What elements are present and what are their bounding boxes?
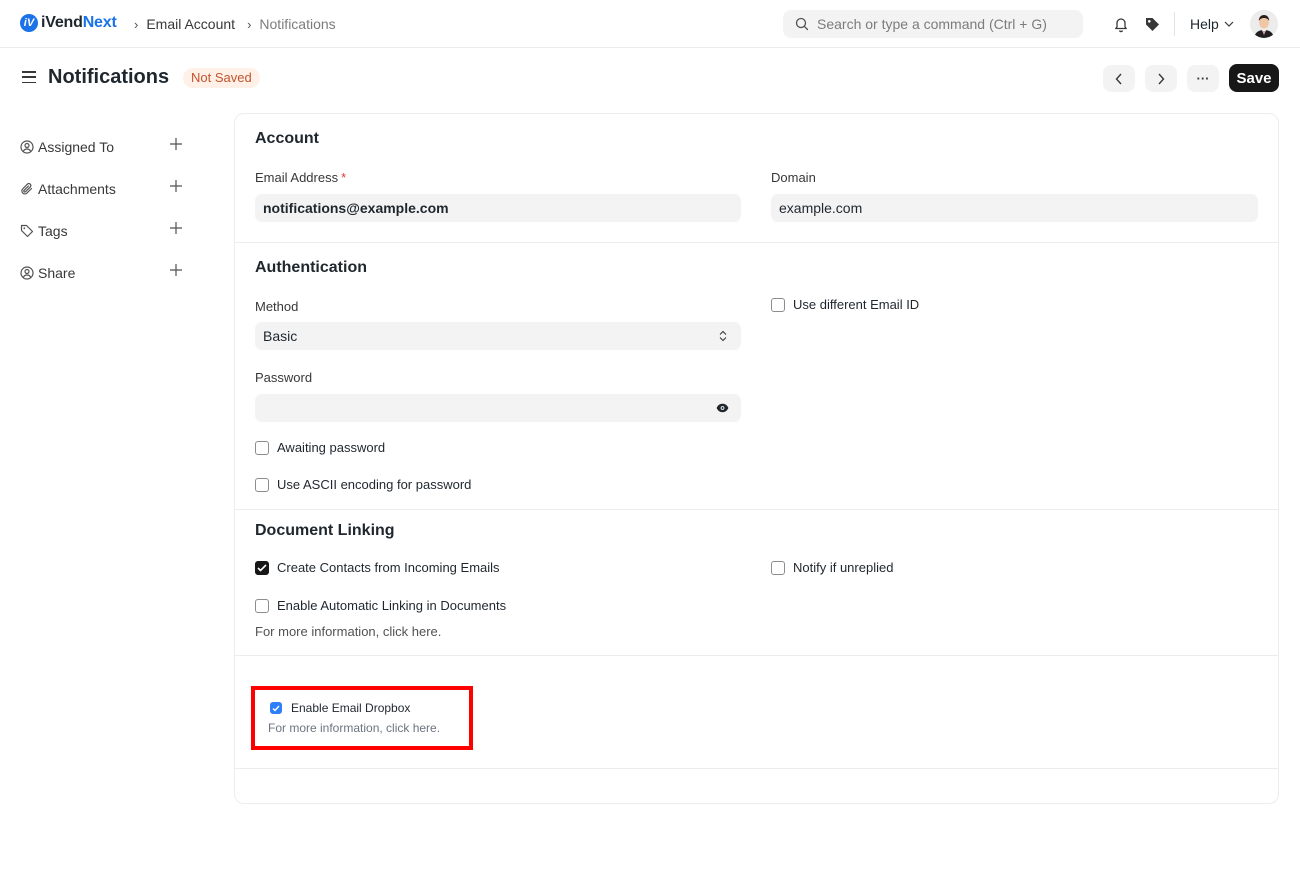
create-contacts-option[interactable]: Create Contacts from Incoming Emails	[255, 560, 500, 575]
plus-icon[interactable]	[170, 138, 182, 150]
plus-icon[interactable]	[170, 264, 182, 276]
select-arrows-icon	[719, 330, 727, 342]
sidebar-item-label: Share	[38, 265, 76, 281]
breadcrumb-email-account[interactable]: Email Account	[146, 16, 235, 32]
notify-unreplied-option[interactable]: Notify if unreplied	[771, 560, 893, 575]
domain-field[interactable]: example.com	[771, 194, 1258, 222]
navbar-divider	[1174, 12, 1175, 36]
user-avatar-icon	[1250, 10, 1278, 38]
eye-icon[interactable]	[716, 403, 729, 413]
breadcrumb: › Email Account › Notifications	[134, 16, 348, 32]
search-icon	[795, 17, 809, 31]
password-label: Password	[255, 370, 313, 385]
checkbox-label: Use ASCII encoding for password	[277, 477, 472, 492]
chevron-down-icon	[1224, 21, 1234, 27]
sidebar-item-assigned-to[interactable]: Assigned To	[20, 126, 190, 168]
logo-mark-icon: iV	[20, 14, 38, 32]
tag-icon	[20, 224, 34, 238]
ascii-encoding-checkbox[interactable]	[255, 477, 269, 492]
sidebar-item-label: Attachments	[38, 181, 116, 197]
section-title: Account	[255, 130, 319, 147]
sidebar-item-label: Tags	[38, 223, 68, 239]
page-title: Notifications	[48, 66, 170, 88]
share-icon	[20, 266, 34, 280]
avatar[interactable]	[1250, 10, 1278, 38]
auto-linking-help[interactable]: For more information, click here.	[255, 624, 441, 639]
page-head: Notifications Not Saved ··· Save	[0, 48, 1300, 108]
method-label: Method	[255, 299, 299, 314]
form-sidebar: Assigned To Attachments Tags Share	[20, 126, 190, 294]
breadcrumb-notifications[interactable]: Notifications	[259, 16, 335, 32]
help-menu[interactable]: Help	[1190, 16, 1234, 32]
search-bar[interactable]	[783, 10, 1083, 38]
section-document-linking: Document Linking Create Contacts from In…	[235, 510, 1278, 656]
tag-icon[interactable]	[1143, 15, 1161, 33]
checkbox-label: Notify if unreplied	[793, 560, 894, 575]
chevron-right-icon: ›	[134, 16, 139, 32]
awaiting-password-checkbox[interactable]	[255, 440, 269, 455]
status-badge: Not Saved	[183, 68, 260, 88]
bell-icon[interactable]	[1112, 15, 1130, 33]
highlight-box	[251, 686, 473, 750]
save-button[interactable]: Save	[1229, 64, 1279, 92]
sidebar-item-share[interactable]: Share	[20, 252, 190, 294]
checkbox-label: Use different Email ID	[793, 297, 920, 312]
previous-button[interactable]	[1103, 65, 1135, 92]
different-email-checkbox[interactable]	[771, 297, 785, 312]
section-authentication: Authentication Method Basic Password Awa…	[235, 243, 1278, 510]
section-title: Authentication	[255, 259, 367, 276]
domain-label: Domain	[771, 170, 816, 185]
password-field[interactable]	[255, 394, 741, 422]
chevron-right-icon: ›	[247, 16, 252, 32]
plus-icon[interactable]	[170, 180, 182, 192]
section-account: Account Email Address * notifications@exa…	[235, 114, 1278, 243]
check-icon	[257, 563, 267, 572]
method-value: Basic	[263, 328, 298, 344]
menu-icon[interactable]	[22, 71, 36, 83]
app-logo[interactable]: iV iVendNext	[20, 14, 117, 32]
paperclip-icon	[21, 183, 33, 195]
sidebar-item-attachments[interactable]: Attachments	[20, 168, 190, 210]
more-actions-button[interactable]: ···	[1187, 65, 1219, 92]
navbar: iV iVendNext › Email Account › Notificat…	[0, 0, 1300, 48]
search-input[interactable]	[817, 16, 1077, 32]
chevron-right-icon	[1158, 73, 1165, 84]
email-address-label: Email Address *	[255, 170, 347, 185]
different-email-option[interactable]: Use different Email ID	[771, 297, 919, 312]
checkbox-label: Enable Automatic Linking in Documents	[277, 598, 507, 613]
create-contacts-checkbox[interactable]	[255, 560, 269, 575]
ascii-encoding-option[interactable]: Use ASCII encoding for password	[255, 477, 471, 492]
checkbox-label: Create Contacts from Incoming Emails	[277, 560, 500, 575]
email-address-field[interactable]: notifications@example.com	[255, 194, 741, 222]
assign-icon	[20, 140, 34, 154]
method-select[interactable]: Basic	[255, 322, 741, 350]
next-button[interactable]	[1145, 65, 1177, 92]
chevron-left-icon	[1115, 73, 1122, 84]
auto-linking-option[interactable]: Enable Automatic Linking in Documents	[255, 598, 506, 613]
awaiting-password-option[interactable]: Awaiting password	[255, 440, 385, 455]
notify-unreplied-checkbox[interactable]	[771, 560, 785, 575]
logo-text: iVendNext	[41, 14, 117, 31]
help-label: Help	[1190, 16, 1219, 32]
auto-linking-checkbox[interactable]	[255, 598, 269, 613]
sidebar-item-tags[interactable]: Tags	[20, 210, 190, 252]
plus-icon[interactable]	[170, 222, 182, 234]
section-title: Document Linking	[255, 522, 395, 539]
checkbox-label: Awaiting password	[277, 440, 386, 455]
sidebar-item-label: Assigned To	[38, 139, 115, 155]
